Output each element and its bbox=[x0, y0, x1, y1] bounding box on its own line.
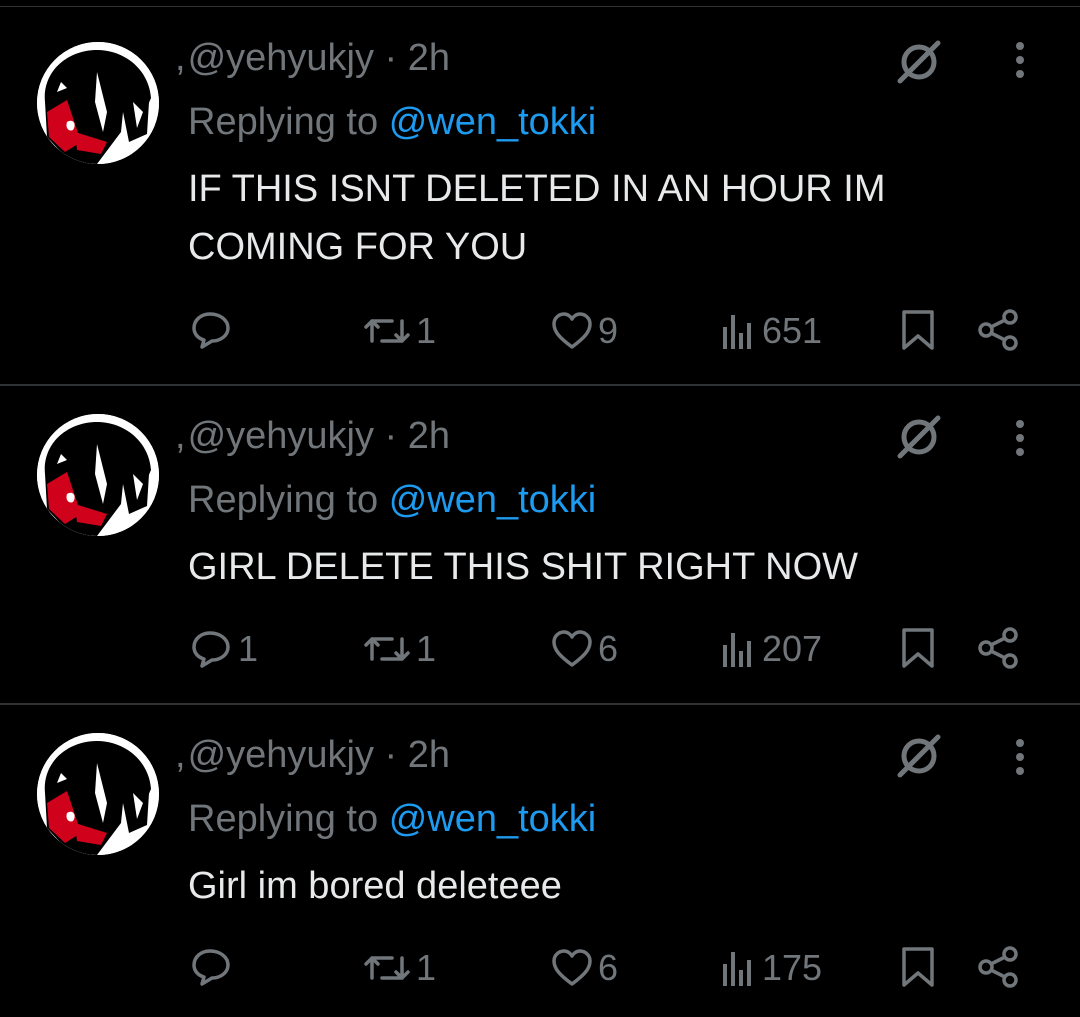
bookmark-button[interactable] bbox=[898, 945, 938, 989]
avatar[interactable] bbox=[37, 42, 159, 164]
tweet-header: ,@yehyukjy · 2h bbox=[175, 733, 450, 777]
tweet-header: ,@yehyukjy · 2h bbox=[175, 414, 450, 458]
reply-icon bbox=[192, 312, 230, 349]
reply-icon bbox=[192, 631, 230, 668]
reply-button[interactable] bbox=[190, 310, 238, 350]
share-button[interactable] bbox=[976, 945, 1022, 989]
mention-link[interactable]: @wen_tokki bbox=[389, 798, 597, 840]
repost-icon bbox=[364, 956, 410, 980]
tweet-actions: 1 1 6 207 bbox=[0, 618, 1080, 678]
more-icon[interactable] bbox=[1005, 733, 1035, 783]
timestamp[interactable]: 2h bbox=[408, 415, 450, 457]
repost-button[interactable]: 1 bbox=[362, 310, 436, 352]
share-button[interactable] bbox=[976, 308, 1022, 352]
separator-dot: · bbox=[384, 734, 398, 776]
repost-count: 1 bbox=[416, 628, 437, 669]
mention-link[interactable]: @wen_tokki bbox=[389, 101, 597, 143]
tweet-actions: 1 9 651 bbox=[0, 300, 1080, 360]
like-count: 6 bbox=[598, 628, 619, 669]
grok-icon[interactable] bbox=[894, 731, 944, 781]
view-count: 175 bbox=[762, 947, 823, 988]
name-prefix: , bbox=[175, 37, 186, 79]
like-icon bbox=[552, 312, 592, 349]
share-icon bbox=[978, 627, 1018, 669]
reply-icon bbox=[192, 949, 230, 986]
like-count: 9 bbox=[598, 310, 619, 351]
like-count: 6 bbox=[598, 947, 619, 988]
mention-link[interactable]: @wen_tokki bbox=[389, 479, 597, 521]
replying-to-label: Replying to bbox=[188, 101, 379, 143]
reply-button[interactable]: 1 bbox=[190, 628, 258, 670]
views-button[interactable]: 207 bbox=[718, 628, 822, 670]
repost-count: 1 bbox=[416, 947, 437, 988]
avatar[interactable] bbox=[37, 414, 159, 536]
replying-to: Replying to @wen_tokki bbox=[188, 100, 596, 144]
repost-icon bbox=[364, 319, 410, 343]
reply-button[interactable] bbox=[190, 947, 238, 987]
share-button[interactable] bbox=[976, 626, 1022, 670]
replying-to-label: Replying to bbox=[188, 798, 379, 840]
like-button[interactable]: 6 bbox=[550, 628, 618, 670]
tweet-text: IF THIS ISNT DELETED IN AN HOUR IM COMIN… bbox=[188, 168, 886, 268]
tweet[interactable]: ,@yehyukjy · 2h Replying to @wen_tokki G… bbox=[0, 386, 1080, 704]
tweet-text: GIRL DELETE THIS SHIT RIGHT NOW bbox=[188, 546, 859, 588]
grok-icon[interactable] bbox=[894, 412, 944, 462]
repost-button[interactable]: 1 bbox=[362, 947, 436, 989]
views-icon bbox=[723, 633, 751, 667]
repost-count: 1 bbox=[416, 310, 437, 351]
view-count: 207 bbox=[762, 628, 823, 669]
bookmark-icon bbox=[902, 628, 934, 668]
more-icon[interactable] bbox=[1005, 36, 1035, 86]
name-prefix: , bbox=[175, 734, 186, 776]
timestamp[interactable]: 2h bbox=[408, 37, 450, 79]
avatar[interactable] bbox=[37, 733, 159, 855]
name-prefix: , bbox=[175, 415, 186, 457]
reply-count: 1 bbox=[238, 628, 259, 669]
tweet-actions: 1 6 175 bbox=[0, 937, 1080, 997]
replying-to: Replying to @wen_tokki bbox=[188, 797, 596, 841]
views-icon bbox=[723, 952, 751, 986]
like-button[interactable]: 6 bbox=[550, 947, 618, 989]
timestamp[interactable]: 2h bbox=[408, 734, 450, 776]
bookmark-button[interactable] bbox=[898, 308, 938, 352]
views-icon bbox=[723, 315, 751, 349]
tweet-header: ,@yehyukjy · 2h bbox=[175, 36, 450, 80]
repost-button[interactable]: 1 bbox=[362, 628, 436, 670]
views-button[interactable]: 651 bbox=[718, 310, 822, 352]
bookmark-icon bbox=[902, 947, 934, 987]
view-count: 651 bbox=[762, 310, 823, 351]
tweet[interactable]: ,@yehyukjy · 2h Replying to @wen_tokki I… bbox=[0, 0, 1080, 385]
share-icon bbox=[978, 946, 1018, 988]
user-handle[interactable]: @yehyukjy bbox=[188, 734, 374, 776]
tweet-text: Girl im bored deleteee bbox=[188, 865, 562, 907]
bookmark-icon bbox=[902, 310, 934, 350]
separator-dot: · bbox=[384, 37, 398, 79]
like-icon bbox=[552, 630, 592, 667]
like-icon bbox=[552, 949, 592, 986]
tweet[interactable]: ,@yehyukjy · 2h Replying to @wen_tokki G… bbox=[0, 705, 1080, 1017]
share-icon bbox=[978, 309, 1018, 351]
user-handle[interactable]: @yehyukjy bbox=[188, 37, 374, 79]
grok-icon[interactable] bbox=[894, 37, 944, 87]
replying-to: Replying to @wen_tokki bbox=[188, 478, 596, 522]
views-button[interactable]: 175 bbox=[718, 947, 822, 989]
replying-to-label: Replying to bbox=[188, 479, 379, 521]
separator-dot: · bbox=[384, 415, 398, 457]
like-button[interactable]: 9 bbox=[550, 310, 618, 352]
user-handle[interactable]: @yehyukjy bbox=[188, 415, 374, 457]
more-icon[interactable] bbox=[1005, 414, 1035, 464]
bookmark-button[interactable] bbox=[898, 626, 938, 670]
repost-icon bbox=[364, 637, 410, 661]
